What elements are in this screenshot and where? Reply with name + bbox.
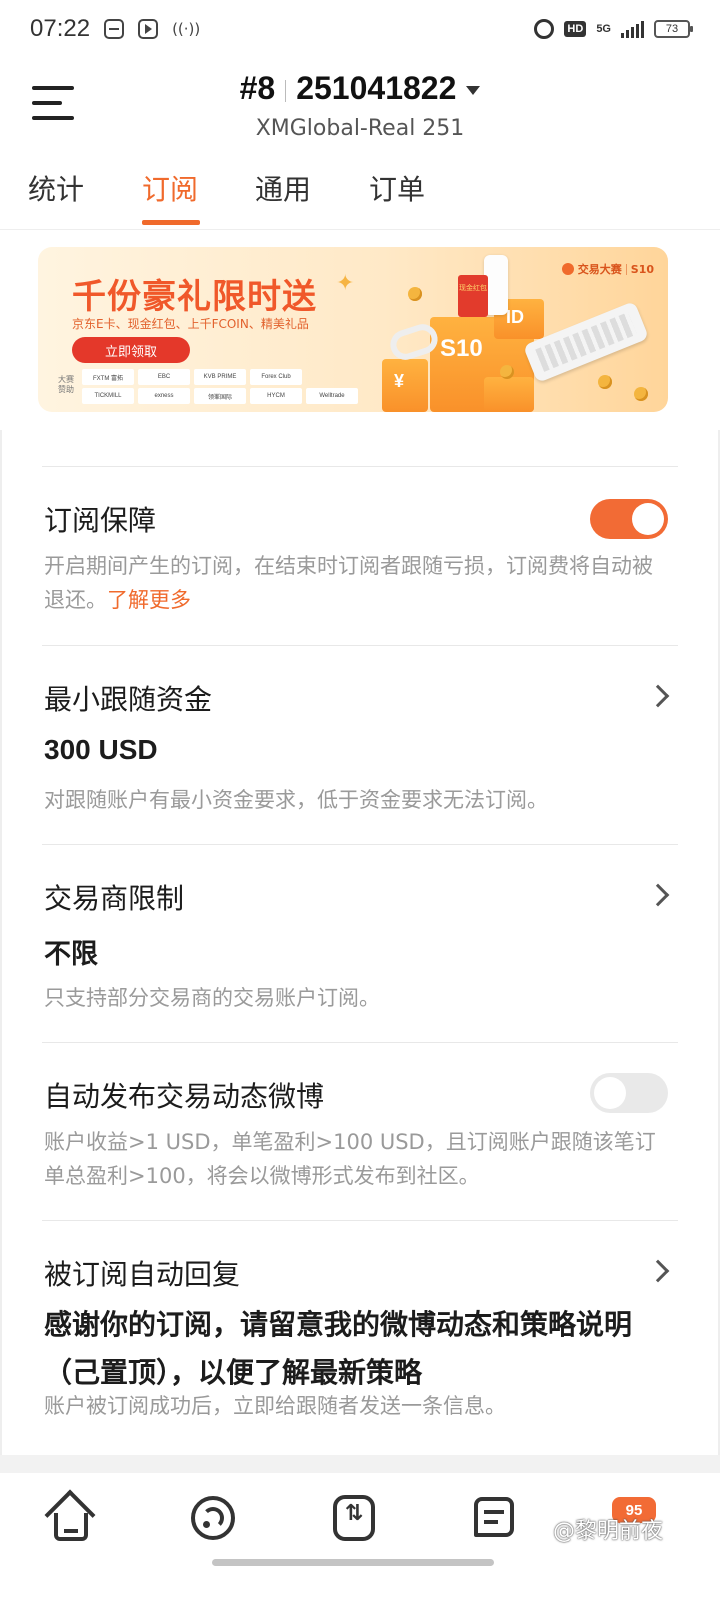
account-selector[interactable]: #8 251041822 (0, 70, 720, 107)
sponsor-logo: FXTM 富拓 (82, 369, 134, 385)
subscription-protection-toggle[interactable] (590, 499, 668, 539)
feed-icon[interactable] (188, 1493, 238, 1543)
caret-down-icon (466, 86, 481, 96)
sponsor-logo: 领峯国际 (194, 388, 246, 404)
chevron-right-icon[interactable] (646, 684, 670, 708)
status-bar: 07:22 ((·)) HD 5G 73 (0, 0, 720, 58)
auto-reply-message: 感谢你的订阅，请留意我的微博动态和策略说明（己置顶），以便了解最新策略 (44, 1308, 633, 1389)
status-time: 07:22 (30, 15, 91, 42)
app-header: #8 251041822 XMGlobal-Real 251 (0, 58, 720, 158)
sponsor-label: 大赛赞助 (58, 375, 74, 394)
sponsor-logo: EBC (138, 369, 190, 385)
subscription-protection-row: 订阅保障 开启期间产生的订阅，在结束时订阅者跟随亏损，订阅费将自动被退还。了解更… (42, 466, 678, 646)
tab-general[interactable]: 通用 (255, 168, 311, 208)
banner-headline: 千份豪礼限时送 (72, 277, 317, 317)
auto-reply-desc: 账户被订阅成功后，立即给跟随者发送一条信息。 (44, 1394, 506, 1418)
tab-bar: 统计 订阅 通用 订单 (0, 158, 720, 230)
min-follow-funds-value: 300 USD (44, 734, 158, 765)
min-follow-funds-title: 最小跟随资金 (44, 683, 213, 716)
account-number: 251041822 (296, 70, 457, 106)
sparkle-icon: ✦ (336, 271, 355, 296)
notification-gift-icon (104, 19, 125, 39)
sponsor-logo: TICKMILL (82, 388, 134, 404)
auto-reply-title: 被订阅自动回复 (44, 1258, 241, 1291)
brand-tag: S10 (630, 262, 654, 276)
broker-limit-title: 交易商限制 (44, 882, 185, 915)
subscription-protection-title: 订阅保障 (44, 504, 157, 537)
min-follow-funds-row[interactable]: 最小跟随资金 300 USD 对跟随账户有最小资金要求，低于资金要求无法订阅。 (42, 645, 678, 845)
battery-level: 73 (665, 23, 679, 35)
home-icon[interactable] (44, 1489, 96, 1543)
bottom-separator (0, 1455, 720, 1473)
network-label: 5G (596, 23, 611, 35)
trade-icon[interactable]: ⇅ (329, 1493, 379, 1543)
broker-limit-row[interactable]: 交易商限制 不限 只支持部分交易商的交易账户订阅。 (42, 844, 678, 1042)
bottom-nav: ⇅ 95 @黎明前夜 (0, 1473, 720, 1600)
auto-post-row: 自动发布交易动态微博 账户收益>1 USD，单笔盈利>100 USD，且订阅账户… (42, 1042, 678, 1220)
tab-stats[interactable]: 统计 (28, 168, 84, 208)
chevron-right-icon[interactable] (646, 883, 670, 907)
subscription-protection-desc: 开启期间产生的订阅，在结束时订阅者跟随亏损，订阅费将自动被退还。了解更多 (44, 554, 653, 612)
coin-icon (500, 365, 514, 379)
account-server: XMGlobal-Real 251 (255, 116, 465, 141)
chevron-right-icon[interactable] (646, 1259, 670, 1283)
auto-post-title: 自动发布交易动态微博 (44, 1080, 325, 1113)
signal-icon (621, 20, 644, 38)
brand-logo-icon (561, 263, 574, 275)
tab-orders[interactable]: 订单 (369, 168, 425, 208)
alarm-icon (534, 19, 555, 39)
battery-icon: 73 (654, 20, 693, 38)
coin-icon (598, 375, 612, 389)
home-indicator[interactable] (212, 1559, 494, 1566)
auto-post-desc: 账户收益>1 USD，单笔盈利>100 USD，且订阅账户跟随该笔订单总盈利>1… (44, 1130, 656, 1188)
broker-limit-desc: 只支持部分交易商的交易账户订阅。 (44, 986, 380, 1010)
sponsor-logo: Forex Club (250, 369, 302, 385)
sponsor-logo: exness (138, 388, 190, 404)
subscription-settings: 订阅保障 开启期间产生的订阅，在结束时订阅者跟随亏损，订阅费将自动被退还。了解更… (0, 430, 720, 1460)
learn-more-link[interactable]: 了解更多 (107, 588, 191, 612)
active-tab-indicator (142, 220, 200, 225)
sponsor-logos: FXTM 富拓 EBC KVB PRIME Forex Club TICKMIL… (82, 369, 358, 404)
red-envelope-illustration: 现金红包 (458, 275, 488, 317)
coin-icon (634, 387, 648, 401)
min-follow-funds-desc: 对跟随账户有最小资金要求，低于资金要求无法订阅。 (44, 788, 548, 812)
brand-name: 交易大赛 (577, 263, 622, 276)
watermark: @黎明前夜 (553, 1519, 664, 1544)
message-icon[interactable] (470, 1493, 520, 1543)
sponsor-logo: Welltrade (306, 388, 358, 404)
hd-icon: HD (564, 21, 587, 37)
sponsor-logo: KVB PRIME (194, 369, 246, 385)
notification-play-icon (138, 19, 159, 39)
gift-box (484, 377, 534, 412)
sponsor-logo: HYCM (250, 388, 302, 404)
brand-badge: 交易大赛 S10 (561, 261, 654, 277)
broker-limit-value: 不限 (44, 939, 98, 970)
auto-post-toggle[interactable] (590, 1073, 668, 1113)
promo-banner[interactable]: 交易大赛 S10 千份豪礼限时送 ✦ 京东E卡、现金红包、上千FCOIN、精美礼… (38, 247, 668, 412)
gift-box: ¥ (382, 359, 428, 412)
auto-reply-row[interactable]: 被订阅自动回复 感谢你的订阅，请留意我的微博动态和策略说明（己置顶），以便了解最… (42, 1220, 678, 1460)
title-divider (285, 79, 287, 102)
coin-icon (408, 287, 422, 301)
claim-button[interactable]: 立即领取 (72, 337, 190, 363)
tab-subscribe[interactable]: 订阅 (142, 168, 198, 208)
account-rank: #8 (239, 70, 276, 106)
hotspot-icon: ((·)) (172, 20, 201, 38)
banner-subline: 京东E卡、现金红包、上千FCOIN、精美礼品 (72, 317, 309, 331)
